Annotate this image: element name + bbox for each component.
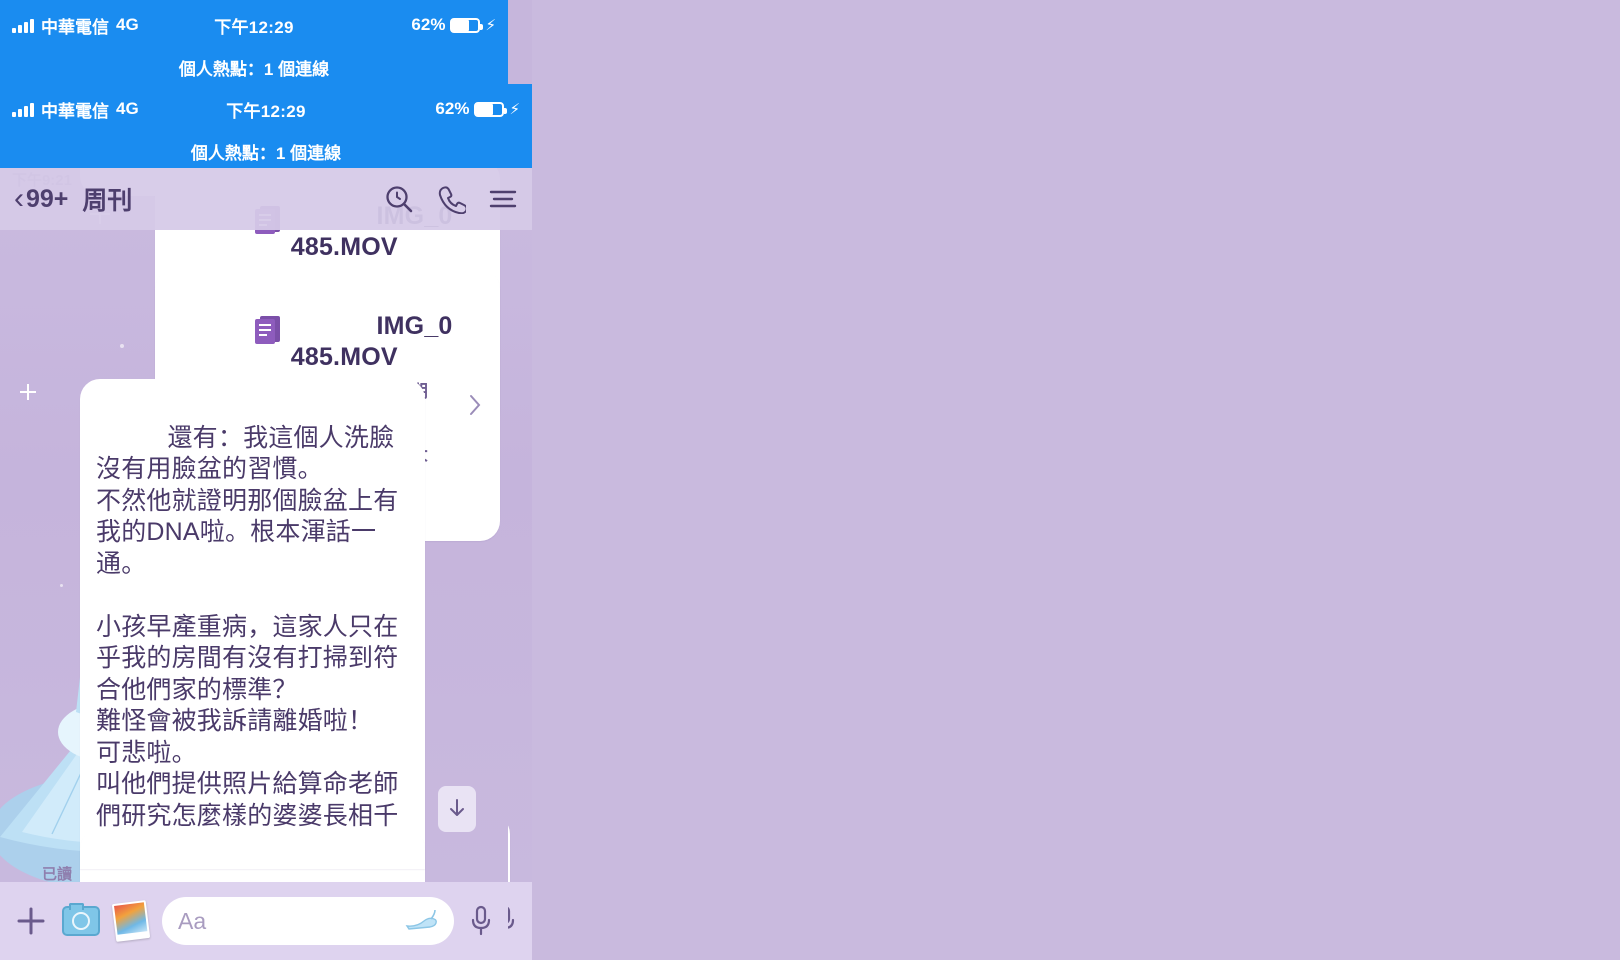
signal-bars-icon — [12, 102, 34, 117]
document-file-icon — [169, 283, 281, 385]
plus-icon[interactable] — [14, 904, 48, 938]
status-time: 下午12:29 — [226, 101, 306, 121]
search-clock-icon[interactable] — [384, 184, 414, 214]
unread-badge[interactable]: 99+ — [26, 185, 68, 214]
network-type: 4G — [116, 15, 139, 34]
battery-percent: 62% — [411, 15, 446, 34]
file-name: IMG_0485.MOV — [290, 311, 453, 372]
chat-bubble[interactable]: 如果你們誹謗我名譽、不實 — [80, 829, 425, 869]
ios-status-bar: 中華電信 4G 下午12:29 62% ⚡ — [0, 0, 508, 50]
phone-icon[interactable] — [436, 184, 466, 214]
chevron-left-icon[interactable]: ‹ — [14, 184, 24, 214]
camera-icon[interactable] — [62, 903, 100, 936]
signal-bars-icon — [12, 18, 34, 33]
network-type: 4G — [116, 99, 139, 118]
screenshot-collage: 已讀 下午9:15 請你們先去問爆料的人有沒有全力同意我釋放這些影片。 已讀 下… — [0, 0, 1620, 960]
battery-icon — [450, 17, 484, 33]
scroll-to-bottom-icon[interactable] — [438, 786, 476, 832]
hotspot-label: 個人熱點：1 個連線 — [178, 59, 330, 79]
battery-percent: 62% — [435, 99, 470, 118]
menu-icon[interactable] — [488, 186, 518, 212]
status-time: 下午12:29 — [214, 17, 294, 37]
hotspot-label: 個人熱點：1 個連線 — [190, 143, 342, 163]
photo-gallery-icon[interactable] — [111, 900, 151, 942]
message-input-field[interactable]: Aa — [162, 897, 454, 945]
carrier-name: 中華電信 — [41, 17, 109, 37]
personal-hotspot-banner[interactable]: 個人熱點：1 個連線 — [0, 50, 508, 84]
microphone-icon[interactable] — [468, 904, 494, 938]
message-input-toolbar-2: Aa — [0, 882, 508, 960]
ios-status-bar: 中華電信 4G 下午12:29 62% ⚡ — [0, 84, 532, 134]
phone-screenshot-1: 已讀 下午9:15 請你們先去問爆料的人有沒有全力同意我釋放這些影片。 已讀 下… — [0, 0, 532, 960]
message-meta — [0, 864, 72, 869]
personal-hotspot-banner[interactable]: 個人熱點：1 個連線 — [0, 134, 532, 168]
carrier-name: 中華電信 — [41, 101, 109, 121]
lightning-bolt-icon: ⚡ — [509, 101, 520, 118]
battery-icon — [474, 101, 508, 117]
lightning-bolt-icon: ⚡ — [485, 17, 496, 34]
input-placeholder: Aa — [178, 907, 207, 934]
bubble-text: 還有：我這個人洗臉沒有用臉盆的習慣。 不然他就證明那個臉盆上有我的DNA啦。根本… — [96, 423, 399, 862]
chat-navigation-bar-1: ‹ 99+ 周刊 — [0, 168, 532, 230]
chat-title: 周刊 — [82, 187, 133, 215]
message-row[interactable]: 如果你們誹謗我名譽、不實 — [0, 829, 480, 869]
glass-slipper-icon[interactable] — [404, 907, 438, 936]
